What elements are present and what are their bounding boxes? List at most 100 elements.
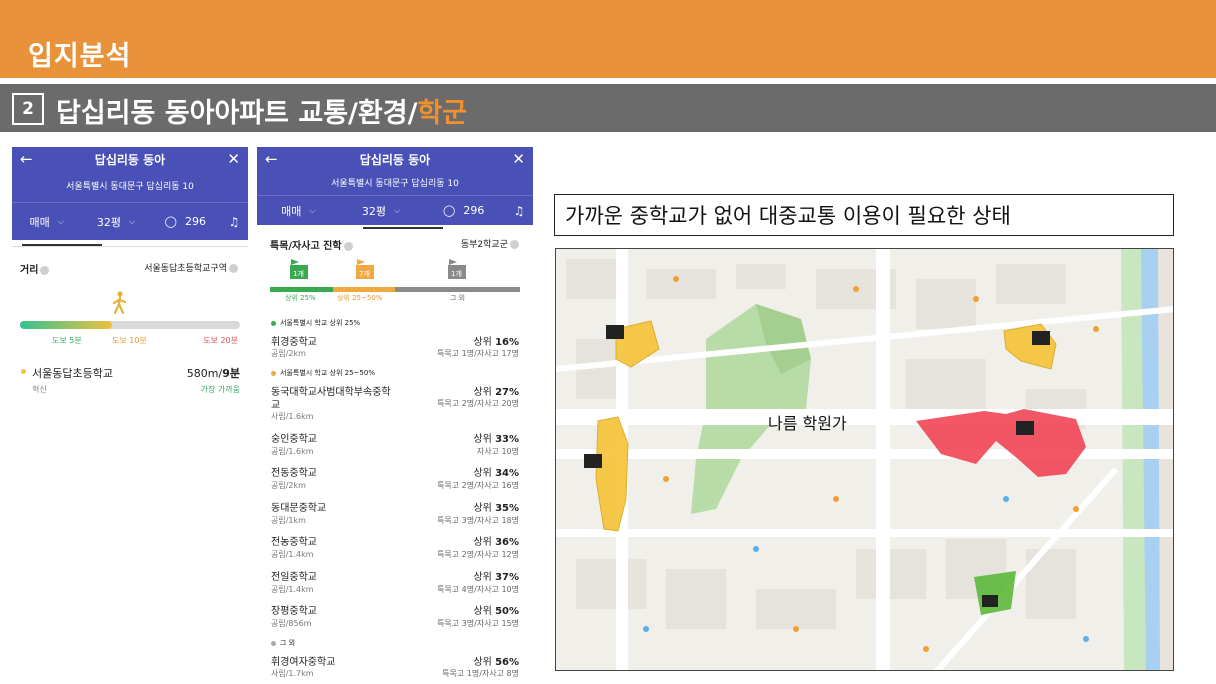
school-marker[interactable] [1032,331,1050,345]
district-label: 동부2학교군 [461,237,519,250]
school-marker[interactable] [584,454,602,468]
school-count: 특목고 1명/자사고 8명 [442,669,519,678]
rank-value: 37% [495,572,519,583]
school-distance-value: 580m/ [186,367,223,380]
rank-value: 56% [495,657,519,668]
school-name[interactable]: 휘경여자중학교 [271,653,335,668]
group-dot [271,641,276,646]
help-icon[interactable] [343,241,353,251]
tab-comments[interactable]: ◯ 296 [422,204,505,217]
school-count: 특목고 1명/자사고 17명 [437,349,519,358]
school-name[interactable]: 동국대학교사범대학부속중학 [271,383,391,398]
section-label-text: 특목/자사고 진학 [270,241,342,252]
chevron-down-icon: ⌵ [394,205,401,215]
rank-prefix: 상위 [473,606,496,617]
rank-prefix: 상위 [473,337,496,348]
rank-value: 27% [495,387,519,398]
zone-text: 서울동답초등학교구역 [144,264,227,274]
tab-trade-label: 매매 [29,215,50,229]
school-count: 특목고 2명/자사고 12명 [437,550,519,559]
walk-bar-fill [20,321,113,329]
school-count: 특목고 3명/자사고 15명 [437,619,519,628]
school-name[interactable]: 휘경중학교 [271,333,317,348]
group-label-25-50: 서울특별시 학교 상위 25~50% [280,369,375,377]
header-bar [0,0,1216,78]
bell-icon[interactable]: ♫ [505,204,533,218]
phone-panel-schools: ← 답십리동 동아 ✕ 서울특별시 동대문구 답십리동 10 매매 ⌵ 32평 ⌵ … [257,147,533,682]
app-title: 답십리동 동아 [359,153,431,167]
school-name[interactable]: 동대문중학교 [271,499,326,514]
school-rank: 상위 34% [473,464,519,479]
flag-count-3: 1개 [451,270,462,278]
school-type: 사립/1.6km [271,412,314,421]
school-count: 특목고 2명/자사고 16명 [437,481,519,490]
distance-label: 거리 [20,261,50,276]
bullet-dot [21,369,26,374]
section-title-main: 답십리동 동아아파트 교통/환경/ [56,98,418,129]
distance-label-text: 거리 [20,265,39,276]
rank-prefix: 상위 [473,657,496,668]
school-count: 특목고 4명/자사고 10명 [437,585,519,594]
group-dot [271,371,276,376]
school-type: 공립/1.4km [271,585,314,594]
elementary-school-type: 혁신 [32,385,47,394]
app-title: 답십리동 동아 [94,153,166,167]
app-header: ← 답십리동 동아 ✕ 서울특별시 동대문구 답십리동 10 매매 ⌵ 32평 ⌵ … [257,147,533,225]
school-rank: 상위 27% [473,383,519,398]
school-name[interactable]: 전일중학교 [271,568,317,583]
school-marker[interactable] [606,325,624,339]
tab-comments[interactable]: ◯ 296 [151,215,220,228]
school-rank: 상위 50% [473,602,519,617]
help-icon[interactable] [510,240,519,249]
school-rank: 상위 36% [473,533,519,548]
school-marker[interactable] [982,595,998,607]
walking-person-icon [112,291,127,315]
school-name[interactable]: 장평중학교 [271,602,317,617]
school-name[interactable]: 전동중학교 [271,464,317,479]
school-rank: 상위 33% [473,430,519,445]
section-number: 2 [12,93,44,125]
group-label-other: 그 외 [280,639,296,647]
segment-bar-other [395,287,520,292]
school-type: 공립/1.4km [271,550,314,559]
help-icon[interactable] [229,264,238,273]
school-name[interactable]: 전농중학교 [271,533,317,548]
group-dot [271,321,276,326]
group-label-top25: 서울특별시 학교 상위 25% [280,319,361,327]
chevron-down-icon: ⌵ [309,205,316,215]
segment-bar-top25 [270,287,333,292]
tab-size[interactable]: 32평 ⌵ [340,203,423,219]
walk-5-label: 도보 5분 [52,336,82,345]
bell-icon[interactable]: ♫ [220,215,248,229]
tab-size[interactable]: 32평 ⌵ [81,214,150,230]
chevron-down-icon: ⌵ [129,216,136,226]
school-rank: 상위 35% [473,499,519,514]
school-marker[interactable] [1016,421,1034,435]
section-title-highlight: 학군 [417,98,468,129]
school-type: 사립/1.7km [271,669,314,678]
rank-value: 35% [495,503,519,514]
rank-value: 50% [495,606,519,617]
school-name[interactable]: 숭인중학교 [271,430,317,445]
help-icon[interactable] [40,265,50,275]
zone-green [974,571,1016,615]
tab-underline [363,227,443,229]
slide-title: 입지분석 [28,41,132,72]
chevron-down-icon: ⌵ [57,216,64,226]
close-icon[interactable]: ✕ [227,150,240,168]
elementary-school-name[interactable]: 서울동답초등학교 [32,365,113,381]
map-view[interactable]: 나름 학원가 [555,248,1174,671]
close-icon[interactable]: ✕ [512,150,525,168]
rank-value: 34% [495,468,519,479]
district-text: 동부2학교군 [460,240,508,250]
school-type: 공립/856m [271,619,312,628]
school-rank: 상위 16% [473,333,519,348]
tab-size-label: 32평 [361,204,387,218]
rank-prefix: 상위 [473,468,496,479]
section-label: 특목/자사고 진학 [270,237,353,252]
tab-comments-count: 296 [184,215,206,228]
tab-trade[interactable]: 매매 ⌵ [257,203,340,219]
map-label: 나름 학원가 [768,414,847,433]
divider [12,246,248,247]
tab-trade[interactable]: 매매 ⌵ [12,214,81,230]
